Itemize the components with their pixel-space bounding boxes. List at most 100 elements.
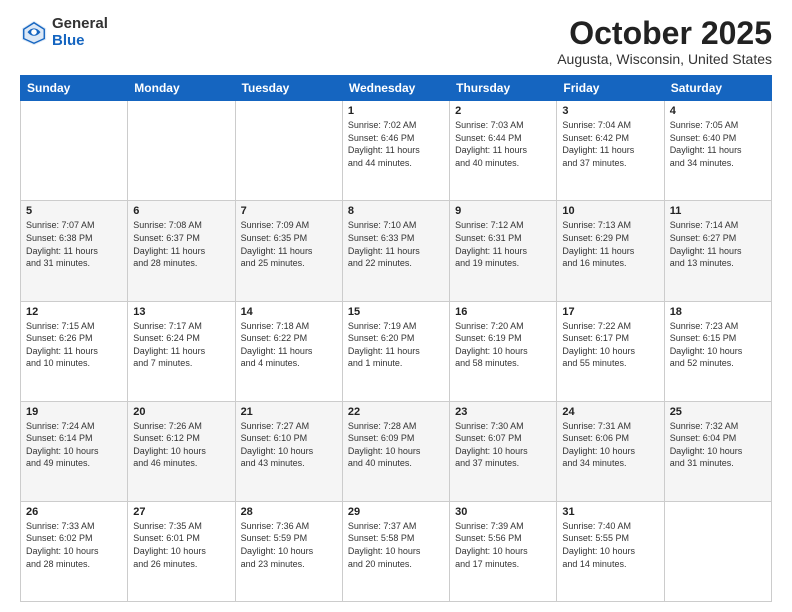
- logo-general: General: [52, 16, 108, 33]
- calendar-day-cell: 18Sunrise: 7:23 AM Sunset: 6:15 PM Dayli…: [664, 301, 771, 401]
- day-info: Sunrise: 7:14 AM Sunset: 6:27 PM Dayligh…: [670, 219, 766, 269]
- day-info: Sunrise: 7:17 AM Sunset: 6:24 PM Dayligh…: [133, 320, 229, 370]
- day-number: 14: [241, 306, 337, 318]
- day-info: Sunrise: 7:12 AM Sunset: 6:31 PM Dayligh…: [455, 219, 551, 269]
- calendar-day-cell: 24 Sunrise: 7:31 AM Sunset: 6:06 PM Dayli…: [557, 401, 664, 501]
- day-info: Sunrise: 7:09 AM Sunset: 6:35 PM Dayligh…: [241, 219, 337, 269]
- day-number: 2: [455, 105, 551, 117]
- page: General Blue October 2025 Augusta, Wisco…: [0, 0, 792, 612]
- title-section: October 2025 Augusta, Wisconsin, United …: [557, 16, 772, 67]
- day-info: Sunrise: 7:40 AM Sunset: 5:55 PM Dayligh…: [562, 520, 658, 570]
- day-info: Sunrise: 7:08 AM Sunset: 6:37 PM Dayligh…: [133, 219, 229, 269]
- day-number: 12: [26, 306, 122, 318]
- day-number: 10: [562, 205, 658, 217]
- calendar-day-cell: 17Sunrise: 7:22 AM Sunset: 6:17 PM Dayli…: [557, 301, 664, 401]
- calendar-day-cell: 13Sunrise: 7:17 AM Sunset: 6:24 PM Dayli…: [128, 301, 235, 401]
- day-number: 21: [241, 406, 337, 418]
- day-number: 9: [455, 205, 551, 217]
- location: Augusta, Wisconsin, United States: [557, 51, 772, 67]
- day-info: Sunrise: 7:31 AM Sunset: 6:06 PM Dayligh…: [562, 420, 658, 470]
- day-number: 31: [562, 506, 658, 518]
- day-info: Sunrise: 7:39 AM Sunset: 5:56 PM Dayligh…: [455, 520, 551, 570]
- calendar-week-row: 12 Sunrise: 7:15 AM Sunset: 6:26 PM Dayli…: [21, 301, 772, 401]
- calendar-day-cell: 9 Sunrise: 7:12 AM Sunset: 6:31 PM Daylig…: [450, 201, 557, 301]
- day-number: 15: [348, 306, 444, 318]
- calendar-day-cell: 31 Sunrise: 7:40 AM Sunset: 5:55 PM Dayli…: [557, 501, 664, 601]
- day-number: 26: [26, 506, 122, 518]
- day-info: Sunrise: 7:32 AM Sunset: 6:04 PM Dayligh…: [670, 420, 766, 470]
- month-title: October 2025: [557, 16, 772, 51]
- day-info: Sunrise: 7:37 AM Sunset: 5:58 PM Dayligh…: [348, 520, 444, 570]
- day-info: Sunrise: 7:19 AM Sunset: 6:20 PM Dayligh…: [348, 320, 444, 370]
- calendar-day-cell: 1Sunrise: 7:02 AM Sunset: 6:46 PM Daylig…: [342, 101, 449, 201]
- calendar-day-cell: 3 Sunrise: 7:04 AM Sunset: 6:42 PM Daylig…: [557, 101, 664, 201]
- day-number: 17: [562, 306, 658, 318]
- calendar-day-header: Friday: [557, 76, 664, 101]
- day-info: Sunrise: 7:07 AM Sunset: 6:38 PM Dayligh…: [26, 219, 122, 269]
- calendar-day-cell: 7 Sunrise: 7:09 AM Sunset: 6:35 PM Daylig…: [235, 201, 342, 301]
- calendar-week-row: 1Sunrise: 7:02 AM Sunset: 6:46 PM Daylig…: [21, 101, 772, 201]
- calendar-day-cell: 20 Sunrise: 7:26 AM Sunset: 6:12 PM Dayli…: [128, 401, 235, 501]
- calendar-day-cell: 19 Sunrise: 7:24 AM Sunset: 6:14 PM Dayli…: [21, 401, 128, 501]
- day-info: Sunrise: 7:04 AM Sunset: 6:42 PM Dayligh…: [562, 119, 658, 169]
- day-info: Sunrise: 7:35 AM Sunset: 6:01 PM Dayligh…: [133, 520, 229, 570]
- calendar-day-cell: 4 Sunrise: 7:05 AM Sunset: 6:40 PM Daylig…: [664, 101, 771, 201]
- calendar-day-header: Tuesday: [235, 76, 342, 101]
- day-number: 7: [241, 205, 337, 217]
- day-info: Sunrise: 7:15 AM Sunset: 6:26 PM Dayligh…: [26, 320, 122, 370]
- calendar-week-row: 26Sunrise: 7:33 AM Sunset: 6:02 PM Dayli…: [21, 501, 772, 601]
- day-number: 20: [133, 406, 229, 418]
- day-info: Sunrise: 7:24 AM Sunset: 6:14 PM Dayligh…: [26, 420, 122, 470]
- day-number: 29: [348, 506, 444, 518]
- calendar-day-cell: 15 Sunrise: 7:19 AM Sunset: 6:20 PM Dayli…: [342, 301, 449, 401]
- calendar-day-cell: 30Sunrise: 7:39 AM Sunset: 5:56 PM Dayli…: [450, 501, 557, 601]
- day-number: 16: [455, 306, 551, 318]
- day-info: Sunrise: 7:36 AM Sunset: 5:59 PM Dayligh…: [241, 520, 337, 570]
- calendar-day-cell: [21, 101, 128, 201]
- day-number: 24: [562, 406, 658, 418]
- calendar-day-header: Thursday: [450, 76, 557, 101]
- calendar-day-cell: 25 Sunrise: 7:32 AM Sunset: 6:04 PM Dayli…: [664, 401, 771, 501]
- day-info: Sunrise: 7:26 AM Sunset: 6:12 PM Dayligh…: [133, 420, 229, 470]
- day-info: Sunrise: 7:10 AM Sunset: 6:33 PM Dayligh…: [348, 219, 444, 269]
- day-info: Sunrise: 7:13 AM Sunset: 6:29 PM Dayligh…: [562, 219, 658, 269]
- day-number: 18: [670, 306, 766, 318]
- day-number: 5: [26, 205, 122, 217]
- day-number: 27: [133, 506, 229, 518]
- calendar-day-cell: 2 Sunrise: 7:03 AM Sunset: 6:44 PM Daylig…: [450, 101, 557, 201]
- day-number: 19: [26, 406, 122, 418]
- calendar-day-header: Monday: [128, 76, 235, 101]
- day-number: 8: [348, 205, 444, 217]
- day-info: Sunrise: 7:30 AM Sunset: 6:07 PM Dayligh…: [455, 420, 551, 470]
- day-number: 6: [133, 205, 229, 217]
- calendar-table: SundayMondayTuesdayWednesdayThursdayFrid…: [20, 75, 772, 602]
- calendar-day-cell: 23Sunrise: 7:30 AM Sunset: 6:07 PM Dayli…: [450, 401, 557, 501]
- day-number: 22: [348, 406, 444, 418]
- calendar-day-cell: 14 Sunrise: 7:18 AM Sunset: 6:22 PM Dayli…: [235, 301, 342, 401]
- day-number: 4: [670, 105, 766, 117]
- calendar-day-cell: 5 Sunrise: 7:07 AM Sunset: 6:38 PM Daylig…: [21, 201, 128, 301]
- calendar-day-cell: 27 Sunrise: 7:35 AM Sunset: 6:01 PM Dayli…: [128, 501, 235, 601]
- calendar-day-cell: 22Sunrise: 7:28 AM Sunset: 6:09 PM Dayli…: [342, 401, 449, 501]
- calendar-header-row: SundayMondayTuesdayWednesdayThursdayFrid…: [21, 76, 772, 101]
- day-number: 3: [562, 105, 658, 117]
- logo-blue: Blue: [52, 33, 108, 50]
- calendar-day-cell: 26Sunrise: 7:33 AM Sunset: 6:02 PM Dayli…: [21, 501, 128, 601]
- logo-text: General Blue: [52, 16, 108, 49]
- day-number: 1: [348, 105, 444, 117]
- calendar-week-row: 5 Sunrise: 7:07 AM Sunset: 6:38 PM Daylig…: [21, 201, 772, 301]
- calendar-day-cell: 11 Sunrise: 7:14 AM Sunset: 6:27 PM Dayli…: [664, 201, 771, 301]
- logo-icon: [20, 19, 48, 47]
- day-number: 11: [670, 205, 766, 217]
- calendar-day-cell: 16 Sunrise: 7:20 AM Sunset: 6:19 PM Dayli…: [450, 301, 557, 401]
- calendar-day-cell: 12 Sunrise: 7:15 AM Sunset: 6:26 PM Dayli…: [21, 301, 128, 401]
- day-info: Sunrise: 7:20 AM Sunset: 6:19 PM Dayligh…: [455, 320, 551, 370]
- day-info: Sunrise: 7:05 AM Sunset: 6:40 PM Dayligh…: [670, 119, 766, 169]
- calendar-day-cell: [664, 501, 771, 601]
- calendar-day-cell: [128, 101, 235, 201]
- day-number: 25: [670, 406, 766, 418]
- calendar-week-row: 19 Sunrise: 7:24 AM Sunset: 6:14 PM Dayli…: [21, 401, 772, 501]
- day-number: 28: [241, 506, 337, 518]
- day-info: Sunrise: 7:03 AM Sunset: 6:44 PM Dayligh…: [455, 119, 551, 169]
- day-info: Sunrise: 7:18 AM Sunset: 6:22 PM Dayligh…: [241, 320, 337, 370]
